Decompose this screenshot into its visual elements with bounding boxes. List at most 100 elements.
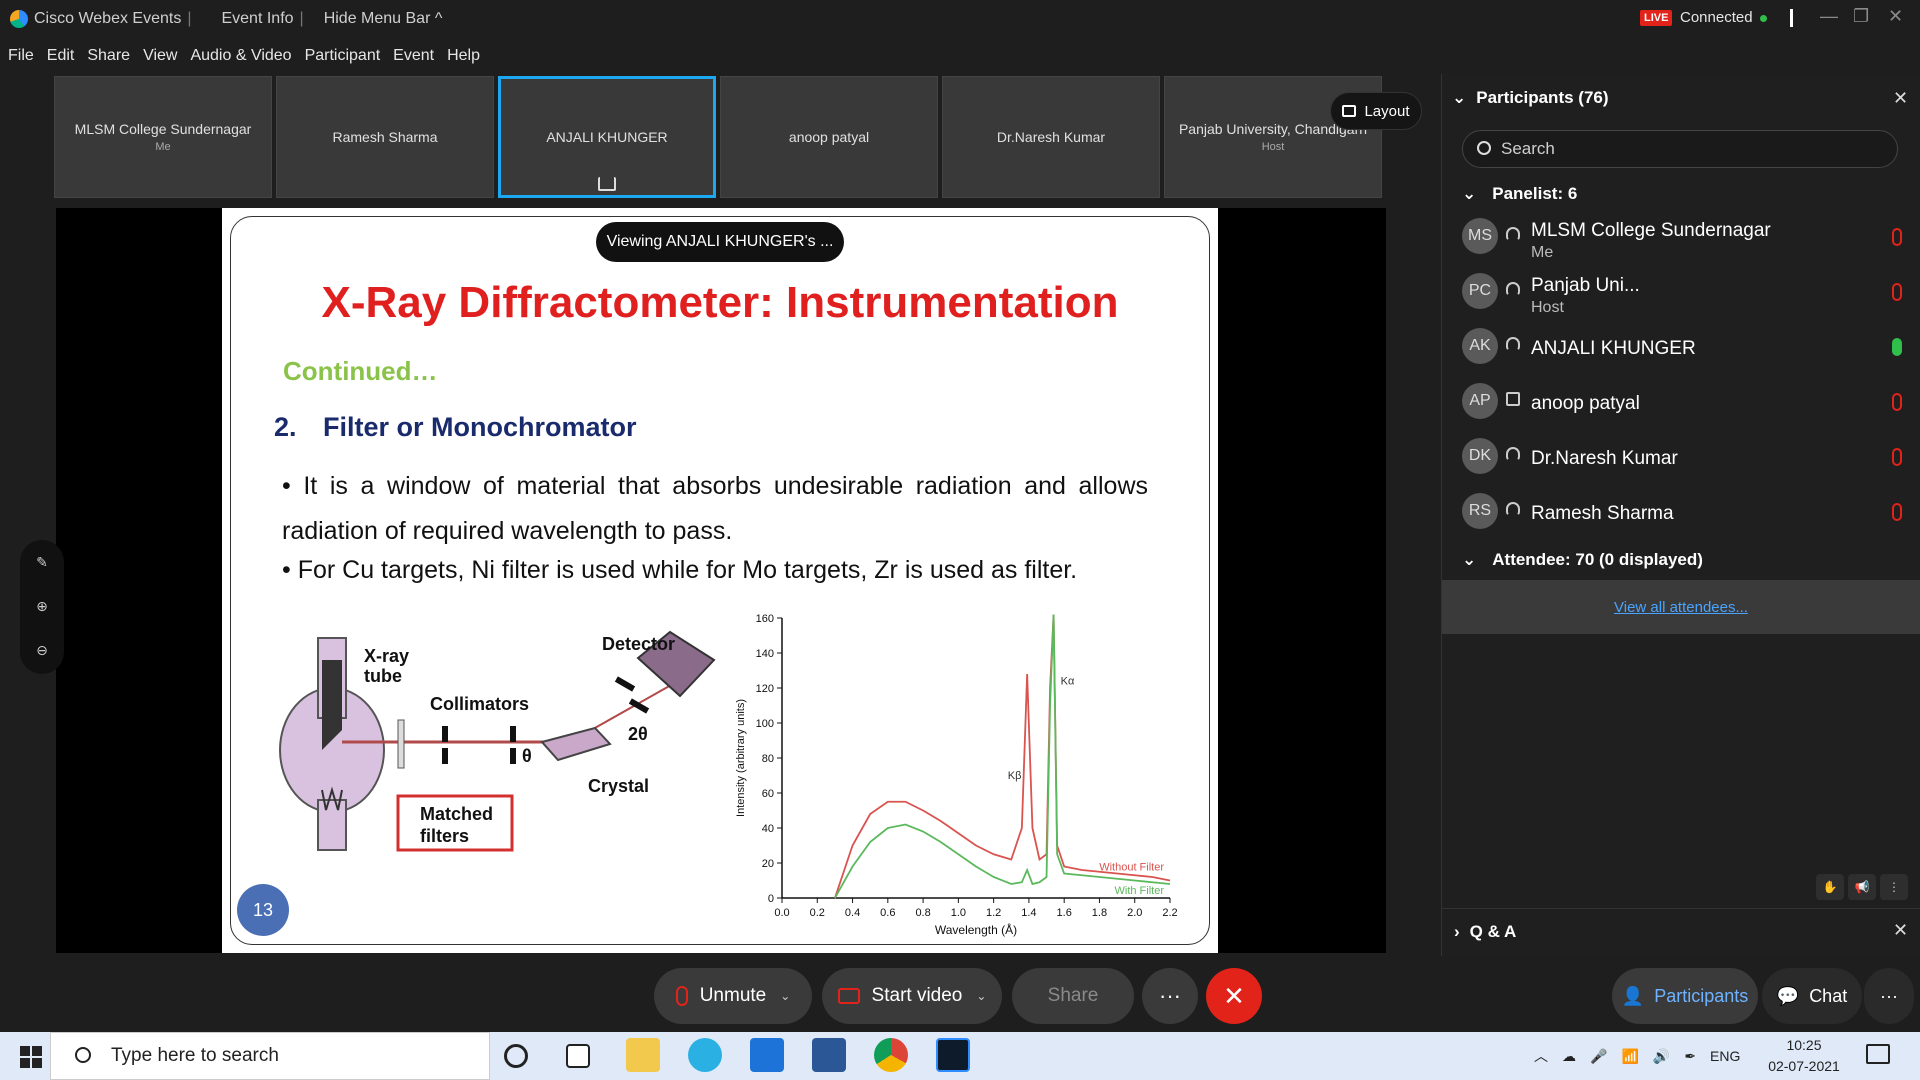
mic-muted-icon[interactable] xyxy=(1892,393,1902,411)
chevron-up-icon[interactable]: ︿ xyxy=(1534,1046,1548,1066)
slide-item-number: 2. xyxy=(274,412,297,442)
chrome-icon[interactable] xyxy=(874,1038,908,1072)
video-thumbnail[interactable]: MLSM College Sundernagar Me xyxy=(54,76,272,198)
pen-icon[interactable]: ✒ xyxy=(1684,1048,1696,1065)
share-button[interactable]: Share xyxy=(1012,968,1134,1024)
participant-row[interactable]: AK ANJALI KHUNGER xyxy=(1462,320,1912,375)
participant-row[interactable]: PC Panjab Uni... Host xyxy=(1462,265,1912,320)
panelist-section-header[interactable]: ⌄ Panelist: 6 xyxy=(1462,184,1577,204)
attendee-section-header[interactable]: ⌄ Attendee: 70 (0 displayed) xyxy=(1462,550,1703,570)
menu-audio-video[interactable]: Audio & Video xyxy=(190,47,291,65)
phone-icon xyxy=(1506,392,1520,406)
menu-participant[interactable]: Participant xyxy=(305,47,381,65)
zoom-in-icon[interactable]: ⊕ xyxy=(33,598,51,616)
zoom-out-icon[interactable]: ⊖ xyxy=(33,642,51,660)
x-tick-label: 0.0 xyxy=(774,907,789,919)
task-view-icon[interactable] xyxy=(566,1044,590,1068)
more-options-button[interactable]: ··· xyxy=(1142,968,1198,1024)
connection-status: Connected xyxy=(1680,9,1753,26)
unmute-button[interactable]: Unmute ⌄ xyxy=(654,968,812,1024)
menu-share[interactable]: Share xyxy=(87,47,130,65)
close-panel-icon[interactable]: ✕ xyxy=(1893,88,1908,109)
view-all-attendees-link[interactable]: View all attendees... xyxy=(1442,580,1920,634)
menu-bar: File Edit Share View Audio & Video Parti… xyxy=(0,38,1920,74)
participant-search-input[interactable]: Search xyxy=(1462,130,1898,168)
restore-icon[interactable]: ❐ xyxy=(1853,6,1869,27)
mic-muted-icon[interactable] xyxy=(1892,503,1902,521)
chevron-down-icon[interactable]: ⌄ xyxy=(976,989,986,1003)
search-icon xyxy=(75,1047,91,1063)
y-tick-label: 80 xyxy=(762,753,774,765)
mic-muted-icon[interactable] xyxy=(1892,283,1902,301)
label-xray-tube-2: tube xyxy=(364,666,402,686)
mic-muted-icon[interactable] xyxy=(1892,448,1902,466)
menu-file[interactable]: File xyxy=(8,47,34,65)
annotation-toolbar: ✎ ⊕ ⊖ xyxy=(20,540,64,674)
edge-icon[interactable] xyxy=(688,1038,722,1072)
headset-icon xyxy=(1506,502,1520,516)
megaphone-icon[interactable]: 📢 xyxy=(1848,874,1876,900)
participant-row[interactable]: DK Dr.Naresh Kumar xyxy=(1462,430,1912,485)
close-window-icon[interactable]: ✕ xyxy=(1888,6,1903,27)
language-indicator[interactable]: ENG xyxy=(1710,1048,1740,1064)
raise-hand-icon[interactable]: ✋ xyxy=(1816,874,1844,900)
system-tray: ︿ ☁ 🎤 📶 🔊 ✒ ENG xyxy=(1534,1032,1740,1080)
video-thumbnail[interactable]: Dr.Naresh Kumar xyxy=(942,76,1160,198)
annotate-icon[interactable]: ✎ xyxy=(33,554,51,572)
webex-taskbar-icon[interactable] xyxy=(936,1038,970,1072)
mic-on-icon[interactable] xyxy=(1892,338,1902,356)
cortana-icon[interactable] xyxy=(504,1044,528,1068)
x-tick-label: 0.6 xyxy=(880,907,895,919)
video-thumbnail[interactable]: Ramesh Sharma xyxy=(276,76,494,198)
video-thumbnail[interactable]: anoop patyal xyxy=(720,76,938,198)
start-video-button[interactable]: Start video ⌄ xyxy=(822,968,1002,1024)
viewing-banner[interactable]: Viewing ANJALI KHUNGER's ... xyxy=(596,222,844,262)
camera-off-icon xyxy=(837,988,860,1004)
more-vertical-icon[interactable]: ⋮ xyxy=(1880,874,1908,900)
collimator-2b xyxy=(510,748,516,764)
more-panels-button[interactable]: ··· xyxy=(1864,968,1914,1024)
participant-row[interactable]: MS MLSM College Sundernagar Me xyxy=(1462,210,1912,265)
slide-title: X-Ray Diffractometer: Instrumentation xyxy=(321,278,1119,327)
participant-row[interactable]: RS Ramesh Sharma xyxy=(1462,485,1912,540)
collapse-chevron-icon[interactable]: ⌄ xyxy=(1452,88,1466,107)
avatar: MS xyxy=(1462,218,1498,254)
participant-list: MS MLSM College Sundernagar Me PC Panjab… xyxy=(1462,210,1912,540)
label-xray-tube: X-ray xyxy=(364,646,409,666)
menu-event[interactable]: Event xyxy=(393,47,434,65)
minimize-icon[interactable]: — xyxy=(1820,6,1838,27)
mail-icon[interactable] xyxy=(750,1038,784,1072)
chat-button[interactable]: 💬 Chat xyxy=(1762,968,1862,1024)
label-theta: θ xyxy=(522,746,532,766)
mic-muted-icon[interactable] xyxy=(1892,228,1902,246)
notifications-icon[interactable] xyxy=(1866,1044,1890,1064)
wifi-icon[interactable]: 📶 xyxy=(1621,1048,1638,1065)
qa-section-header[interactable]: › Q & A xyxy=(1442,908,1920,954)
file-explorer-icon[interactable] xyxy=(626,1038,660,1072)
close-qa-icon[interactable]: ✕ xyxy=(1893,920,1908,941)
hide-menu-bar-button[interactable]: Hide Menu Bar ^ xyxy=(324,10,443,28)
menu-edit[interactable]: Edit xyxy=(47,47,75,65)
menu-help[interactable]: Help xyxy=(447,47,480,65)
participant-row[interactable]: AP anoop patyal xyxy=(1462,375,1912,430)
leave-button[interactable]: ✕ xyxy=(1206,968,1262,1024)
word-icon[interactable] xyxy=(812,1038,846,1072)
volume-icon[interactable]: 🔊 xyxy=(1653,1048,1670,1065)
event-info-button[interactable]: Event Info xyxy=(221,10,293,28)
taskbar-clock[interactable]: 10:25 02-07-2021 xyxy=(1764,1035,1844,1077)
participants-button[interactable]: 👤 Participants xyxy=(1612,968,1758,1024)
layout-button[interactable]: Layout xyxy=(1330,92,1422,130)
video-thumbnail-active[interactable]: ANJALI KHUNGER xyxy=(498,76,716,198)
y-tick-label: 160 xyxy=(756,613,774,625)
cloud-icon[interactable]: ☁ xyxy=(1562,1048,1576,1065)
menu-view[interactable]: View xyxy=(143,47,177,65)
taskbar-search-input[interactable]: Type here to search xyxy=(50,1032,490,1080)
collimator-2 xyxy=(510,726,516,742)
windows-start-icon[interactable] xyxy=(20,1046,42,1068)
person-icon: 👤 xyxy=(1621,985,1645,1006)
y-tick-label: 120 xyxy=(756,683,774,695)
label-filters: filters xyxy=(420,826,469,846)
y-tick-label: 40 xyxy=(762,823,774,835)
chevron-down-icon[interactable]: ⌄ xyxy=(780,989,790,1003)
microphone-icon[interactable]: 🎤 xyxy=(1590,1048,1607,1065)
